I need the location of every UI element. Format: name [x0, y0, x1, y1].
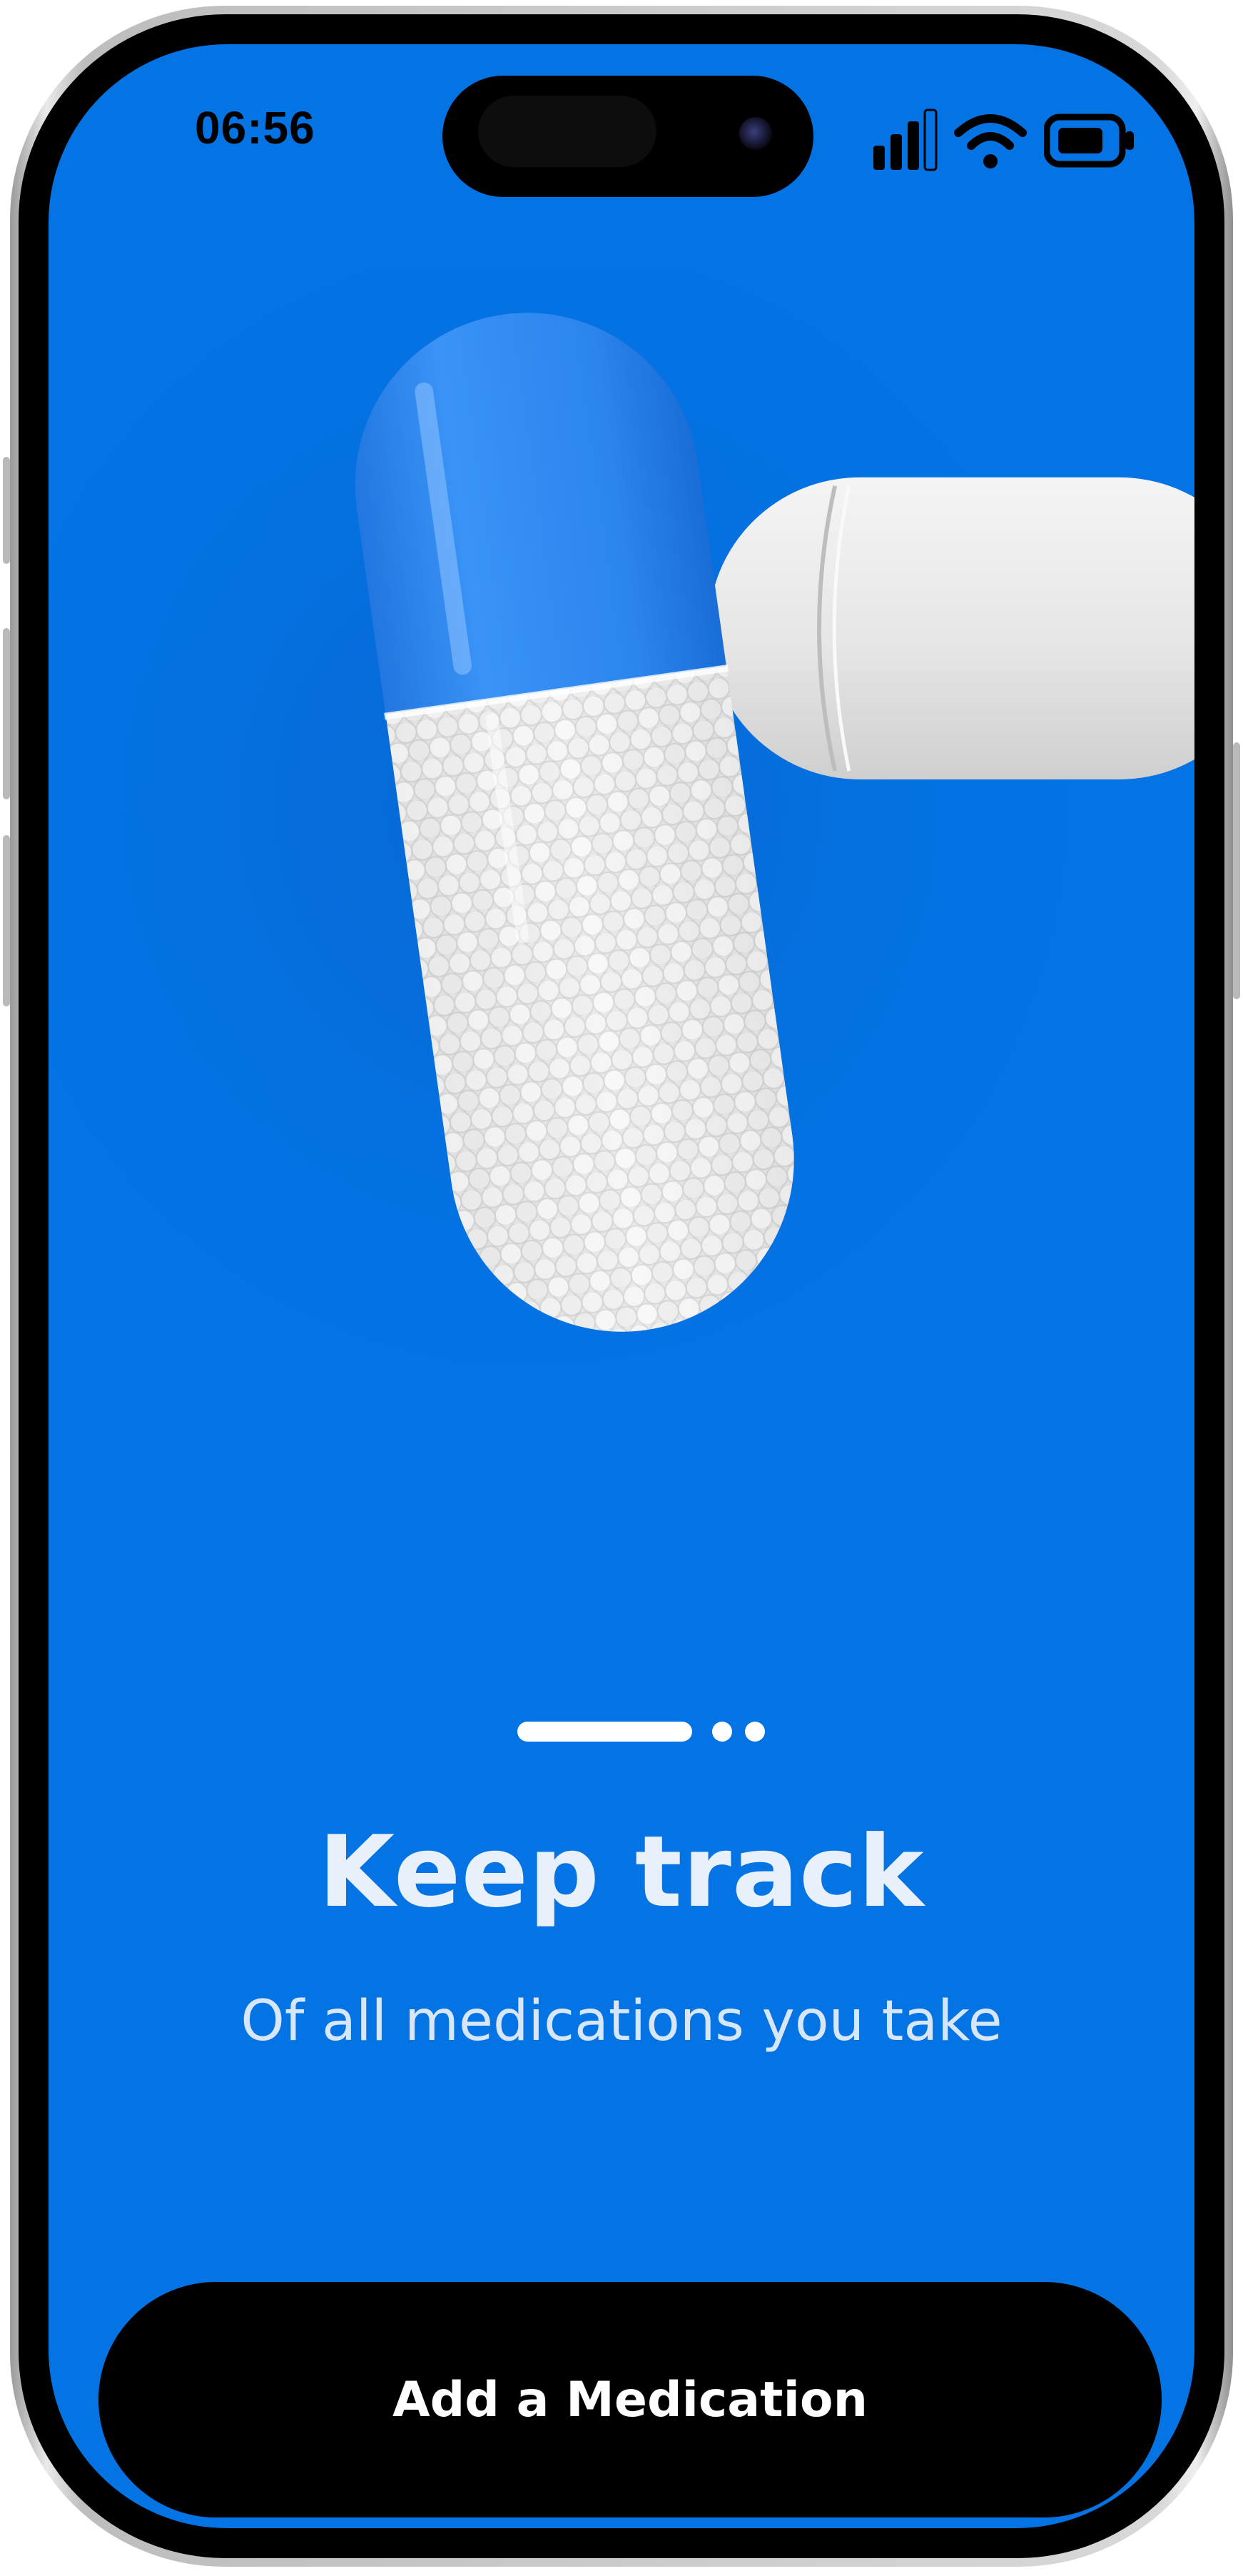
status-bar: 06:56: [49, 44, 1194, 230]
volume-up-button: [3, 628, 10, 799]
wifi-icon: [954, 114, 1027, 168]
add-medication-button[interactable]: Add a Medication: [98, 2282, 1162, 2517]
page-indicator: [49, 1722, 1194, 1750]
page-title: Keep track: [318, 1814, 925, 1929]
page-subtitle: Of all medications you take: [240, 1989, 1003, 2054]
front-camera-icon: [739, 117, 772, 150]
power-button: [1233, 742, 1240, 999]
status-icons: [869, 108, 1140, 173]
signal-icon: [873, 108, 938, 171]
sensor-area: [478, 96, 656, 167]
action-button: [3, 457, 10, 564]
phone-frame: 06:56 Keep track Of all medications you …: [10, 6, 1233, 2567]
battery-icon: [1044, 113, 1134, 168]
dynamic-island: [442, 76, 813, 197]
status-time: 06:56: [195, 102, 315, 153]
capsule-pill-icon: [49, 268, 1194, 1463]
volume-down-button: [3, 835, 10, 1006]
app-screen: 06:56 Keep track Of all medications you …: [49, 44, 1194, 2528]
page-dot: [745, 1722, 765, 1742]
page-dot-active: [517, 1722, 692, 1742]
page-dot: [712, 1722, 732, 1742]
phone-bezel: 06:56 Keep track Of all medications you …: [19, 14, 1224, 2558]
